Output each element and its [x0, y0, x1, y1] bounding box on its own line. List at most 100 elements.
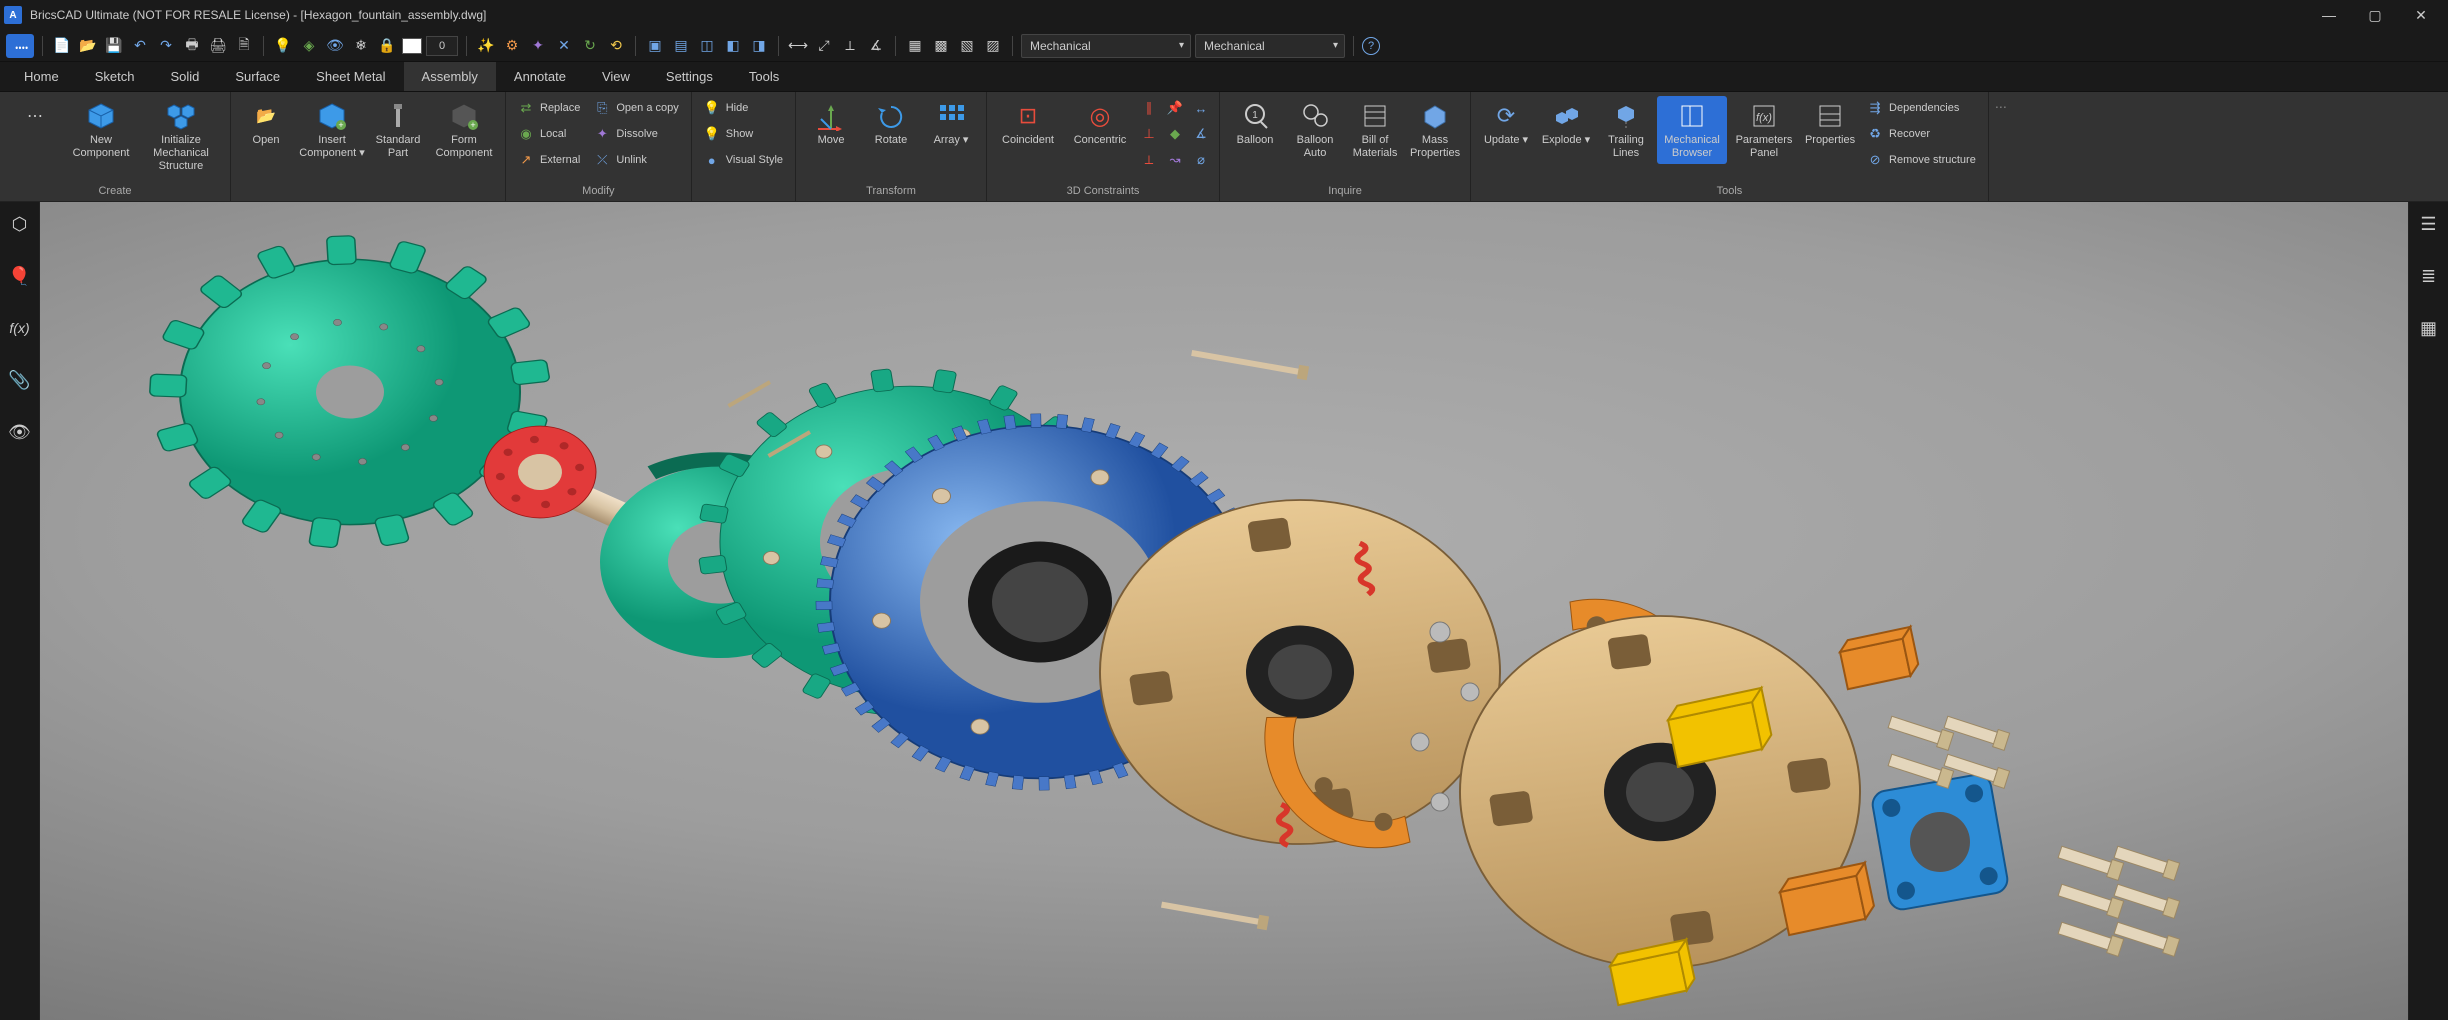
cube-view-icon[interactable]: ⬡ — [6, 210, 34, 238]
unlink-button[interactable]: ⤫Unlink — [588, 148, 684, 172]
concentric-button[interactable]: ◎Concentric — [1065, 96, 1135, 151]
balloon-auto-button[interactable]: Balloon Auto — [1286, 96, 1344, 164]
grid-icon-1[interactable]: ▦ — [904, 35, 926, 57]
tab-solid[interactable]: Solid — [152, 62, 217, 91]
ellipsis-button[interactable]: ⋯ — [6, 96, 64, 138]
redo-icon[interactable]: ↷ — [155, 35, 177, 57]
update-button[interactable]: ⟳Update ▾ — [1477, 96, 1535, 151]
grid-icon-2[interactable]: ▩ — [930, 35, 952, 57]
grid-icon-3[interactable]: ▧ — [956, 35, 978, 57]
layer-icon[interactable]: ◈ — [298, 35, 320, 57]
dimension-icon-1[interactable]: ⟷ — [787, 35, 809, 57]
external-button[interactable]: ↗External — [512, 148, 586, 172]
constraint-angle-icon[interactable]: ∡ — [1189, 122, 1213, 146]
constraint-tangent-icon[interactable]: ⊥ — [1137, 122, 1161, 146]
tab-tools[interactable]: Tools — [731, 62, 797, 91]
standard-part-button[interactable]: Standard Part — [369, 96, 427, 164]
move-button[interactable]: Move — [802, 96, 860, 151]
mass-props-button[interactable]: Mass Properties — [1406, 96, 1464, 164]
stack-icon[interactable]: ≣ — [2415, 262, 2443, 290]
print-icon[interactable]: 🖶 — [181, 35, 203, 57]
tool-icon-3[interactable]: ✕ — [553, 35, 575, 57]
minimize-button[interactable]: — — [2306, 0, 2352, 30]
layers-panel-icon[interactable]: ☰ — [2415, 210, 2443, 238]
bom-button[interactable]: Bill of Materials — [1346, 96, 1404, 164]
tab-assembly[interactable]: Assembly — [404, 62, 496, 91]
constraint-fix-icon[interactable]: 📌 — [1163, 96, 1187, 120]
hide-button[interactable]: 💡Hide — [698, 96, 789, 120]
tool-icon-4[interactable]: ↻ — [579, 35, 601, 57]
attach-icon[interactable]: 📎 — [6, 366, 34, 394]
visual-style-button[interactable]: ●Visual Style — [698, 148, 789, 172]
dimension-icon-2[interactable]: ⤢ — [813, 35, 835, 57]
constraint-radius-icon[interactable]: ⌀ — [1189, 148, 1213, 172]
tab-view[interactable]: View — [584, 62, 648, 91]
dissolve-button[interactable]: ✦Dissolve — [588, 122, 684, 146]
color-swatch[interactable] — [402, 38, 422, 54]
explode-button[interactable]: Explode ▾ — [1537, 96, 1595, 151]
hide-tool-icon[interactable]: 👁 — [6, 418, 34, 446]
constraint-distance-icon[interactable]: ↔ — [1189, 96, 1213, 120]
remove-struct-button[interactable]: ⊘Remove structure — [1861, 148, 1982, 172]
visibility-icon[interactable]: 👁 — [324, 35, 346, 57]
tab-settings[interactable]: Settings — [648, 62, 731, 91]
cube-icon-1[interactable]: ▣ — [644, 35, 666, 57]
maximize-button[interactable]: ▢ — [2352, 0, 2398, 30]
workspace-dropdown-1[interactable]: Mechanical — [1021, 34, 1191, 58]
init-mechanical-button[interactable]: Initialize Mechanical Structure — [138, 96, 224, 178]
local-button[interactable]: ◉Local — [512, 122, 586, 146]
tool-icon-1[interactable]: ⚙ — [501, 35, 523, 57]
balloon-tool-icon[interactable]: 🎈 — [6, 262, 34, 290]
dependencies-button[interactable]: ⇶Dependencies — [1861, 96, 1982, 120]
constraint-parallel-icon[interactable]: ∥ — [1137, 96, 1161, 120]
rotate-button[interactable]: Rotate — [862, 96, 920, 151]
freeze-icon[interactable]: ❄ — [350, 35, 372, 57]
grid-icon-4[interactable]: ▨ — [982, 35, 1004, 57]
tool-icon-5[interactable]: ⟲ — [605, 35, 627, 57]
cube-icon-3[interactable]: ◫ — [696, 35, 718, 57]
array-button[interactable]: Array ▾ — [922, 96, 980, 151]
lightbulb-icon[interactable]: 💡 — [272, 35, 294, 57]
tab-sketch[interactable]: Sketch — [77, 62, 153, 91]
new-component-button[interactable]: New Component — [66, 96, 136, 164]
cube-icon-2[interactable]: ▤ — [670, 35, 692, 57]
constraint-rigid-icon[interactable]: ◆ — [1163, 122, 1187, 146]
print-preview-icon[interactable]: 🖨 — [207, 35, 229, 57]
insert-component-button[interactable]: +Insert Component ▾ — [297, 96, 367, 164]
balloon-button[interactable]: 1Balloon — [1226, 96, 1284, 151]
trailing-lines-button[interactable]: Trailing Lines — [1597, 96, 1655, 164]
constraint-perpendicular-icon[interactable]: ⟂ — [1137, 148, 1161, 172]
fx-tool-icon[interactable]: f(x) — [6, 314, 34, 342]
constraint-path-icon[interactable]: ↝ — [1163, 148, 1187, 172]
tab-surface[interactable]: Surface — [217, 62, 298, 91]
table-icon[interactable]: ▦ — [2415, 314, 2443, 342]
lock-icon[interactable]: 🔒 — [376, 35, 398, 57]
dimension-icon-4[interactable]: ∡ — [865, 35, 887, 57]
ribbon-expand-button[interactable]: ⋯ — [1989, 92, 2013, 201]
layer-number-field[interactable]: 0 — [426, 36, 458, 56]
tab-sheet-metal[interactable]: Sheet Metal — [298, 62, 403, 91]
open-copy-button[interactable]: ⎘Open a copy — [588, 96, 684, 120]
open-button[interactable]: 📂Open — [237, 96, 295, 151]
dimension-icon-3[interactable]: ⟂ — [839, 35, 861, 57]
undo-icon[interactable]: ↶ — [129, 35, 151, 57]
tab-home[interactable]: Home — [6, 62, 77, 91]
form-component-button[interactable]: +Form Component — [429, 96, 499, 164]
publish-icon[interactable]: 🗎 — [233, 35, 255, 57]
app-menu-button[interactable]: ᠁ — [6, 34, 34, 58]
show-button[interactable]: 💡Show — [698, 122, 789, 146]
parameters-panel-button[interactable]: f(x)Parameters Panel — [1729, 96, 1799, 164]
recover-button[interactable]: ♻Recover — [1861, 122, 1982, 146]
magic-wand-icon[interactable]: ✨ — [475, 35, 497, 57]
help-icon[interactable]: ? — [1362, 37, 1380, 55]
new-file-icon[interactable]: 📄 — [51, 35, 73, 57]
tab-annotate[interactable]: Annotate — [496, 62, 584, 91]
open-file-icon[interactable]: 📂 — [77, 35, 99, 57]
close-button[interactable]: ✕ — [2398, 0, 2444, 30]
save-icon[interactable]: 💾 — [103, 35, 125, 57]
workspace-dropdown-2[interactable]: Mechanical — [1195, 34, 1345, 58]
mechanical-browser-button[interactable]: Mechanical Browser — [1657, 96, 1727, 164]
properties-button[interactable]: Properties — [1801, 96, 1859, 151]
tool-icon-2[interactable]: ✦ — [527, 35, 549, 57]
cube-icon-5[interactable]: ◨ — [748, 35, 770, 57]
